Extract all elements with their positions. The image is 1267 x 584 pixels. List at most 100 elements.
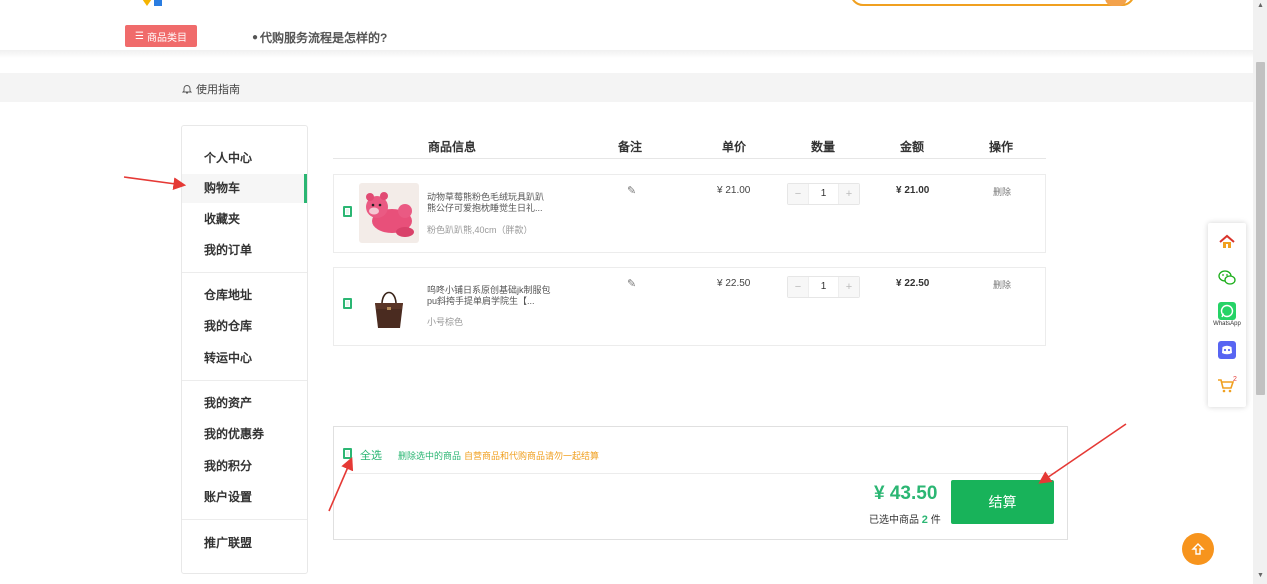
select-all-checkbox[interactable]	[343, 448, 352, 459]
selected-count-text: 已选中商品 2 件	[869, 511, 941, 526]
column-header-product: 商品信息	[427, 140, 477, 154]
selected-suffix: 件	[930, 515, 941, 526]
sidebar-item-orders[interactable]: 我的订单	[182, 236, 307, 265]
decrement-button[interactable]: −	[788, 184, 808, 204]
selected-count: 2	[921, 514, 928, 526]
product-thumbnail[interactable]	[359, 183, 419, 243]
arrow-up-icon	[1191, 543, 1205, 555]
header-divider	[0, 50, 1253, 58]
annotation-arrow	[123, 176, 187, 191]
product-title[interactable]: 动物草莓熊粉色毛绒玩具趴趴熊公仔可爱抱枕睡觉生日礼...	[427, 192, 552, 214]
cart-badge: 2	[1233, 376, 1237, 383]
sidebar-item-label: 账户设置	[204, 490, 253, 504]
total-amount: ¥ 43.50	[874, 483, 938, 504]
bell-outline-icon	[182, 85, 192, 94]
sidebar-item-label: 我的积分	[204, 459, 253, 473]
search-box[interactable]	[850, 0, 1135, 6]
whatsapp-button[interactable]: WhatsApp	[1208, 302, 1246, 327]
column-header-note: 备注	[617, 140, 643, 154]
cart-item-row: 动物草莓熊粉色毛绒玩具趴趴熊公仔可爱抱枕睡觉生日礼... 粉色趴趴熊,40cm（…	[333, 174, 1046, 253]
increment-button[interactable]: +	[839, 184, 859, 204]
sidebar-item-personal-center[interactable]: 个人中心	[182, 144, 307, 173]
sidebar-item-label: 仓库地址	[204, 288, 253, 302]
sidebar-item-label: 我的订单	[204, 243, 253, 257]
back-to-top-button[interactable]	[1182, 533, 1214, 565]
sidebar-divider	[182, 519, 307, 520]
unit-price: ¥ 22.50	[717, 278, 751, 289]
product-variant: 粉色趴趴熊,40cm（胖款）	[427, 225, 533, 235]
quantity-stepper[interactable]: − 1 +	[787, 276, 860, 298]
sidebar-divider	[182, 380, 307, 381]
guide-link[interactable]: 使用指南	[182, 81, 240, 97]
item-checkbox[interactable]	[343, 206, 352, 217]
product-thumbnail[interactable]	[359, 277, 419, 337]
faq-link[interactable]: ● 代购服务流程是怎样的?	[252, 29, 387, 46]
column-header-quantity: 数量	[810, 140, 836, 154]
sidebar-divider	[182, 272, 307, 273]
category-button-label: 商品类目	[146, 32, 187, 44]
account-sidebar: 个人中心 购物车 收藏夹 我的订单 仓库地址 我的仓库 转运中心 我的资产 我的…	[181, 125, 308, 574]
cart-icon[interactable]: 2	[1208, 375, 1246, 395]
menu-icon: ☰	[135, 30, 144, 42]
sidebar-item-coupons[interactable]: 我的优惠券	[182, 420, 307, 449]
scrollbar-thumb[interactable]	[1256, 62, 1265, 395]
sidebar-item-label: 我的优惠券	[204, 427, 265, 441]
floating-toolbar: WhatsApp 2	[1208, 223, 1246, 407]
sidebar-item-favorites[interactable]: 收藏夹	[182, 205, 307, 234]
cart-summary: 全选 删除选中的商品 自营商品和代购商品请勿一起结算 ¥ 43.50 已选中商品…	[333, 426, 1068, 540]
sidebar-item-label: 转运中心	[204, 351, 253, 365]
quantity-value[interactable]: 1	[808, 184, 839, 204]
sidebar-item-points[interactable]: 我的积分	[182, 452, 307, 481]
sidebar-item-label: 推广联盟	[204, 536, 253, 550]
sidebar-item-label: 我的仓库	[204, 319, 253, 333]
sidebar-item-label: 我的资产	[204, 396, 253, 410]
bell-icon: ●	[252, 32, 259, 43]
checkout-button[interactable]: 结算	[951, 480, 1054, 524]
sidebar-item-label: 收藏夹	[204, 212, 241, 226]
cart-table-header: 商品信息 备注 单价 数量 金额 操作	[333, 128, 1046, 159]
product-variant: 小号棕色	[427, 317, 464, 327]
sidebar-item-affiliate[interactable]: 推广联盟	[182, 529, 307, 558]
site-logo[interactable]	[140, 0, 170, 8]
guide-bar: 使用指南	[0, 73, 1253, 102]
faq-link-label: 代购服务流程是怎样的?	[260, 31, 388, 45]
search-button[interactable]	[1105, 0, 1127, 6]
sidebar-item-cart[interactable]: 购物车	[182, 174, 307, 203]
quantity-value[interactable]: 1	[808, 277, 839, 297]
select-all-label[interactable]: 全选	[360, 447, 382, 463]
item-checkbox[interactable]	[343, 298, 352, 309]
decrement-button[interactable]: −	[788, 277, 808, 297]
increment-button[interactable]: +	[839, 277, 859, 297]
sidebar-item-warehouse-address[interactable]: 仓库地址	[182, 281, 307, 310]
summary-divider	[346, 473, 1056, 474]
product-title[interactable]: 呜咚小铺日系原创基础jk制服包pu斜挎手提单肩学院生【...	[427, 285, 552, 307]
delete-link[interactable]: 删除	[993, 278, 1011, 291]
sidebar-item-account-settings[interactable]: 账户设置	[182, 483, 307, 512]
selected-prefix: 已选中商品	[869, 515, 919, 526]
sidebar-item-label: 购物车	[204, 181, 241, 195]
column-header-amount: 金额	[899, 140, 925, 154]
scroll-down-arrow[interactable]: ▼	[1257, 572, 1264, 579]
column-header-unit-price: 单价	[721, 140, 747, 154]
scroll-up-arrow[interactable]: ▲	[1257, 2, 1264, 9]
edit-note-icon[interactable]: ✎	[627, 277, 636, 290]
cart-item-row: 呜咚小铺日系原创基础jk制服包pu斜挎手提单肩学院生【... 小号棕色 ✎ ¥ …	[333, 267, 1046, 346]
delete-link[interactable]: 删除	[993, 185, 1011, 198]
line-amount: ¥ 22.50	[896, 278, 930, 289]
whatsapp-label: WhatsApp	[1213, 321, 1241, 327]
category-button[interactable]: ☰ 商品类目	[125, 25, 197, 47]
sidebar-item-my-warehouse[interactable]: 我的仓库	[182, 312, 307, 341]
quantity-stepper[interactable]: − 1 +	[787, 183, 860, 205]
delete-selected-link[interactable]: 删除选中的商品	[398, 449, 461, 462]
sidebar-item-transfer-center[interactable]: 转运中心	[182, 344, 307, 373]
sidebar-item-assets[interactable]: 我的资产	[182, 389, 307, 418]
home-icon[interactable]	[1208, 234, 1246, 250]
wechat-icon[interactable]	[1208, 270, 1246, 286]
sidebar-item-label: 个人中心	[204, 151, 253, 165]
edit-note-icon[interactable]: ✎	[627, 184, 636, 197]
guide-label: 使用指南	[196, 84, 240, 96]
whatsapp-icon	[1218, 302, 1236, 320]
line-amount: ¥ 21.00	[896, 185, 930, 196]
discord-icon[interactable]	[1208, 341, 1246, 359]
unit-price: ¥ 21.00	[717, 185, 751, 196]
